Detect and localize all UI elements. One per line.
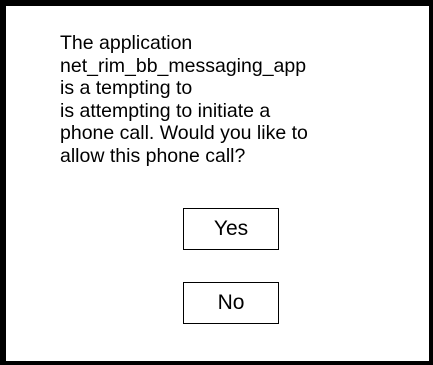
message-line: The application bbox=[60, 32, 193, 54]
message-line: is attempting to initiate a bbox=[60, 99, 271, 122]
message-line: net_rim_bb_messaging_app bbox=[60, 54, 307, 77]
dialog-message: The application net_rim_bb_messaging_app… bbox=[60, 32, 420, 168]
message-line: allow this phone call? bbox=[60, 144, 246, 167]
message-line: is a tempting to bbox=[60, 77, 193, 100]
phone-call-permission-dialog: The application net_rim_bb_messaging_app… bbox=[0, 0, 433, 365]
no-button[interactable]: No bbox=[183, 282, 279, 324]
message-line: phone call. Would you like to bbox=[60, 122, 308, 145]
yes-button[interactable]: Yes bbox=[183, 208, 279, 250]
